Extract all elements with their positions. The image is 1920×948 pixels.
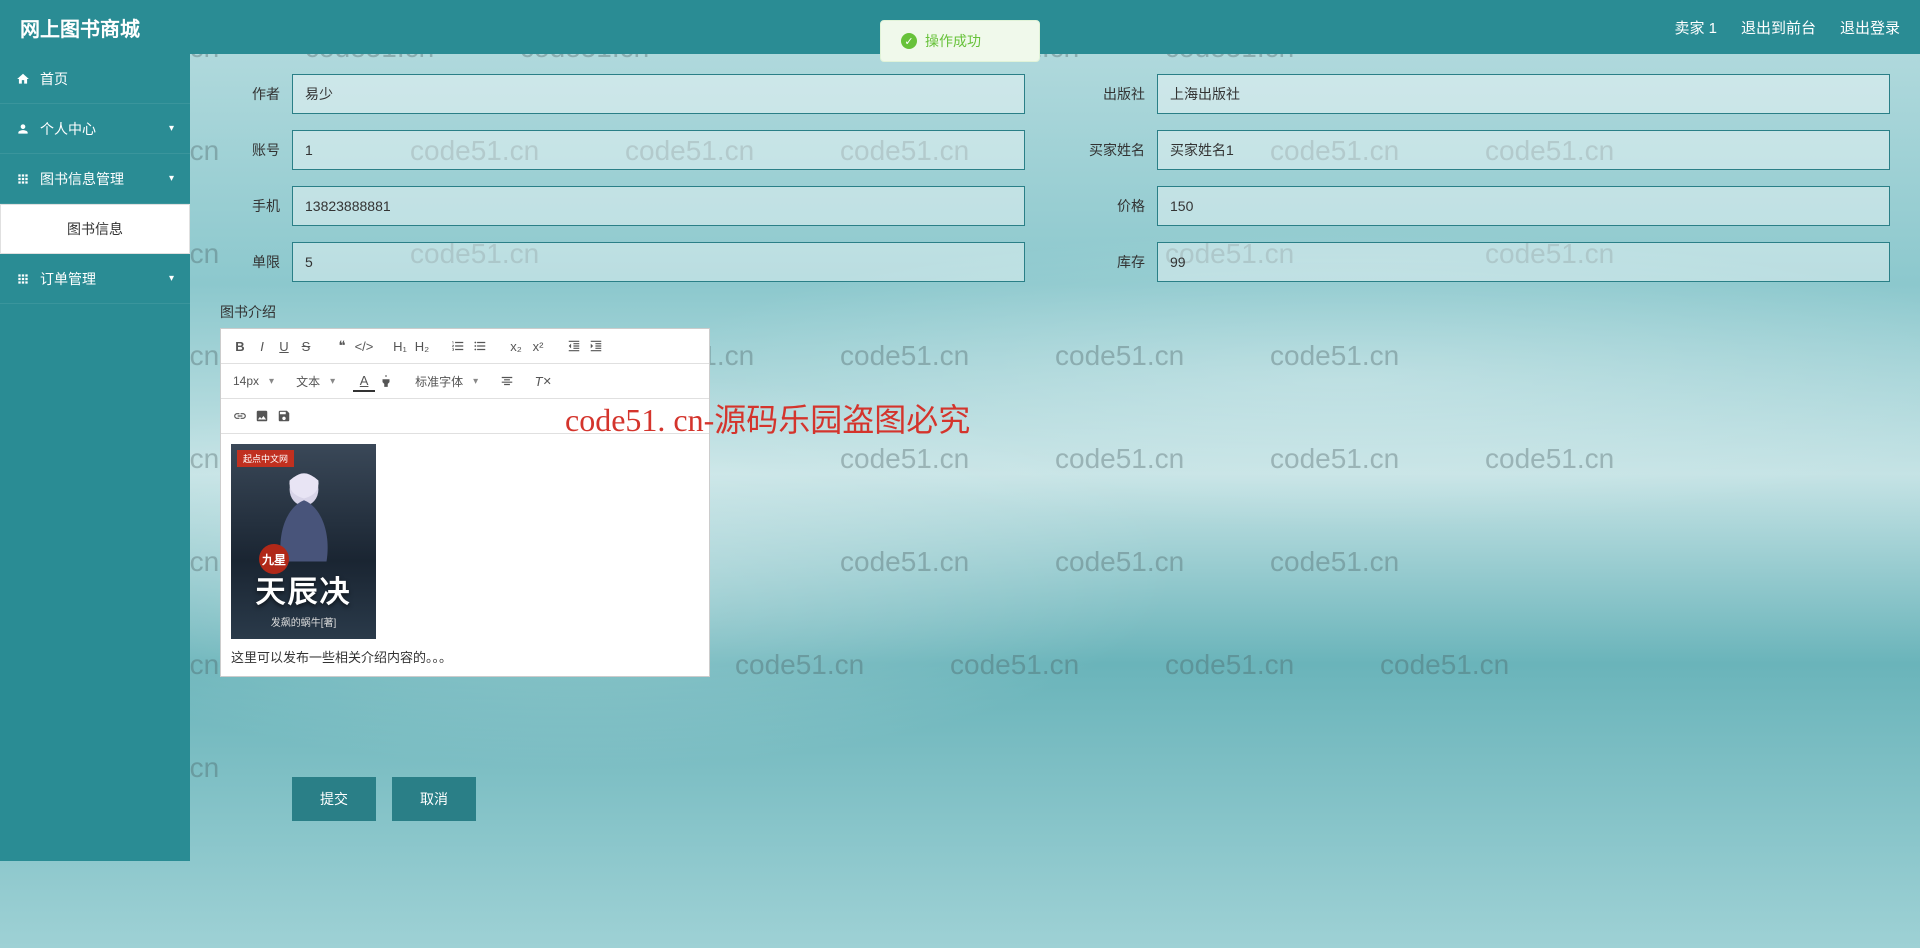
font-size-select[interactable]: 14px (229, 372, 278, 390)
sidebar-item-order-mgmt[interactable]: 订单管理 ▾ (0, 254, 190, 304)
input-account[interactable] (292, 130, 1025, 170)
strike-button[interactable]: S (295, 335, 317, 357)
chevron-down-icon: ▾ (169, 273, 174, 284)
editor-text-content: 这里可以发布一些相关介绍内容的。。。 (231, 647, 699, 666)
grid-icon (16, 272, 30, 286)
subscript-button[interactable]: x₂ (505, 335, 527, 357)
label-buyer: 买家姓名 (1085, 140, 1145, 160)
label-price: 价格 (1085, 196, 1145, 216)
cancel-button[interactable]: 取消 (392, 777, 476, 821)
label-author: 作者 (220, 84, 280, 104)
rich-text-editor: B I U S ❝ </> H₁ H₂ (220, 328, 710, 677)
sidebar-item-label: 订单管理 (40, 269, 96, 289)
input-author[interactable] (292, 74, 1025, 114)
chevron-down-icon: ▾ (169, 123, 174, 134)
check-icon: ✓ (901, 33, 917, 49)
link-logout[interactable]: 退出登录 (1840, 17, 1900, 38)
h2-button[interactable]: H₂ (411, 335, 433, 357)
sidebar-item-label: 首页 (40, 69, 68, 89)
home-icon (16, 72, 30, 86)
outdent-button[interactable] (563, 335, 585, 357)
sidebar-item-label: 个人中心 (40, 119, 96, 139)
user-label[interactable]: 卖家 1 (1674, 17, 1717, 38)
element-type-select[interactable]: 文本 (292, 371, 339, 392)
link-button[interactable] (229, 405, 251, 427)
save-icon-button[interactable] (273, 405, 295, 427)
label-phone: 手机 (220, 196, 280, 216)
sidebar-item-label: 图书信息管理 (40, 169, 124, 189)
content-area: 作者 出版社 账号 买家姓名 手机 价格 (190, 54, 1920, 861)
app-title: 网上图书商城 (20, 13, 140, 42)
bold-button[interactable]: B (229, 335, 251, 357)
sidebar-item-book-mgmt[interactable]: 图书信息管理 ▾ (0, 154, 190, 204)
label-stock: 库存 (1085, 252, 1145, 272)
sidebar-item-label: 图书信息 (67, 219, 123, 239)
input-stock[interactable] (1157, 242, 1890, 282)
input-phone[interactable] (292, 186, 1025, 226)
ordered-list-button[interactable] (447, 335, 469, 357)
font-color-button[interactable]: A (353, 370, 375, 392)
superscript-button[interactable]: x² (527, 335, 549, 357)
editor-toolbar-row3 (221, 399, 709, 434)
sidebar-item-personal[interactable]: 个人中心 ▾ (0, 104, 190, 154)
grid-icon (16, 172, 30, 186)
input-limit[interactable] (292, 242, 1025, 282)
indent-button[interactable] (585, 335, 607, 357)
font-family-select[interactable]: 标准字体 (411, 371, 482, 392)
editor-toolbar: B I U S ❝ </> H₁ H₂ (221, 329, 709, 364)
person-icon (16, 122, 30, 136)
cover-author: 发飙的蜗牛[著] (231, 614, 376, 629)
align-button[interactable] (496, 370, 518, 392)
chevron-down-icon: ▾ (169, 173, 174, 184)
input-price[interactable] (1157, 186, 1890, 226)
link-to-front[interactable]: 退出到前台 (1741, 17, 1816, 38)
quote-button[interactable]: ❝ (331, 335, 353, 357)
italic-button[interactable]: I (251, 335, 273, 357)
editor-body[interactable]: 起点中文网 九星 天辰决 发飙的蜗牛[著] 这里可以发布一些相关介绍内容的。。。 (221, 434, 709, 676)
unordered-list-button[interactable] (469, 335, 491, 357)
input-publisher[interactable] (1157, 74, 1890, 114)
underline-button[interactable]: U (273, 335, 295, 357)
clear-format-button[interactable]: T✕ (532, 370, 554, 392)
sidebar-item-home[interactable]: 首页 (0, 54, 190, 104)
sidebar-subitem-book-info[interactable]: 图书信息 (0, 204, 190, 254)
highlight-button[interactable] (375, 370, 397, 392)
image-button[interactable] (251, 405, 273, 427)
submit-button[interactable]: 提交 (292, 777, 376, 821)
label-publisher: 出版社 (1085, 84, 1145, 104)
code-button[interactable]: </> (353, 335, 375, 357)
label-limit: 单限 (220, 252, 280, 272)
toast-message: 操作成功 (925, 31, 981, 51)
cover-title: 天辰决 (231, 567, 376, 611)
label-account: 账号 (220, 140, 280, 160)
editor-toolbar-row2: 14px 文本 A 标准字体 T✕ (221, 364, 709, 399)
h1-button[interactable]: H₁ (389, 335, 411, 357)
sidebar: 首页 个人中心 ▾ 图书信息管理 ▾ 图书信息 订单管理 ▾ (0, 54, 190, 861)
input-buyer[interactable] (1157, 130, 1890, 170)
success-toast: ✓ 操作成功 (880, 20, 1040, 62)
book-cover-image: 起点中文网 九星 天辰决 发飙的蜗牛[著] (231, 444, 376, 639)
editor-section-label: 图书介绍 (220, 302, 1890, 322)
